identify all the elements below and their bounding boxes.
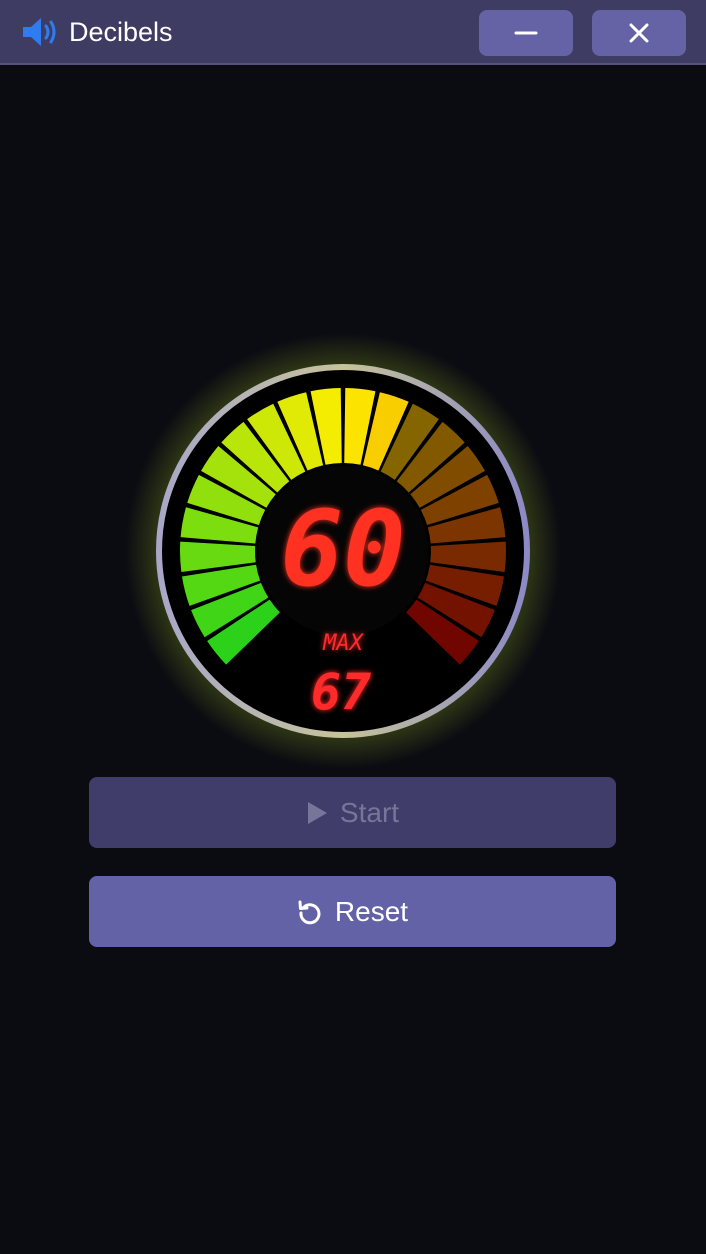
max-label: MAX	[322, 631, 364, 656]
current-db-readout: 60	[280, 488, 405, 610]
window-title: Decibels	[69, 17, 173, 47]
speaker-icon	[23, 18, 56, 46]
max-db-readout: 67	[311, 663, 371, 721]
close-icon	[629, 23, 649, 43]
minimize-button[interactable]	[479, 10, 573, 56]
close-button[interactable]	[592, 10, 686, 56]
play-icon	[307, 801, 327, 824]
decibel-meter: 60 MAX 67	[125, 333, 561, 769]
reset-button[interactable]: Reset	[89, 876, 616, 947]
reset-icon	[298, 900, 321, 924]
start-button[interactable]: Start	[89, 777, 616, 848]
start-label: Start	[339, 796, 400, 828]
minimize-icon	[514, 31, 538, 35]
reset-label: Reset	[334, 895, 409, 927]
title-bar: Decibels	[0, 0, 706, 65]
